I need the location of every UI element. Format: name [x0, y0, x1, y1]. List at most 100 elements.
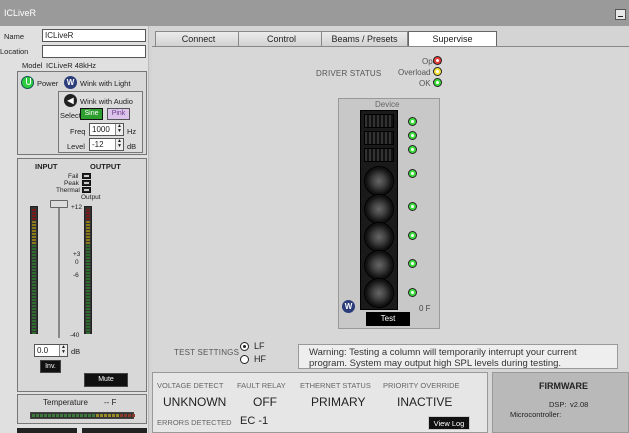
meter-segment — [32, 326, 36, 328]
meter-segment — [32, 239, 36, 241]
meter-segment — [32, 281, 36, 283]
meter-segment — [86, 326, 90, 328]
temperature-segment — [32, 414, 35, 417]
test-button[interactable]: Test — [366, 312, 410, 326]
name-field[interactable]: ICLiveR — [42, 29, 146, 42]
freq-value: 1000 — [92, 125, 110, 134]
model-label: Model — [22, 61, 43, 70]
tab-control[interactable]: Control — [238, 31, 325, 47]
stepper-arrows-icon[interactable]: ▲ ▼ — [115, 124, 123, 135]
wink-light-label[interactable]: Wink with Light — [80, 79, 130, 88]
level-unit: dB — [127, 142, 137, 151]
wink-icon[interactable]: W — [342, 300, 355, 313]
temperature-segment — [84, 414, 87, 417]
temperature-segment — [64, 414, 67, 417]
radio-hf[interactable] — [240, 355, 249, 364]
meter-segment — [86, 323, 90, 325]
freq-stepper[interactable]: 1000 ▲ ▼ — [89, 123, 124, 136]
meter-segment — [86, 320, 90, 322]
meter-segment — [86, 281, 90, 283]
legend-overload-label: Overload — [398, 68, 431, 77]
pink-button[interactable]: Pink — [107, 108, 130, 120]
meter-segment — [32, 236, 36, 238]
mute-button[interactable]: Mute — [84, 373, 128, 387]
temperature-segment — [60, 414, 63, 417]
scale-zero: 0 — [75, 259, 79, 266]
power-icon[interactable] — [21, 76, 34, 89]
tab-connect[interactable]: Connect — [155, 31, 242, 47]
driver-status-led — [408, 145, 417, 154]
errors-detected-value: EC -1 — [240, 415, 269, 427]
temperature-segment — [48, 414, 51, 417]
dsp-label: DSP: — [549, 400, 567, 409]
level-stepper[interactable]: -12 ▲ ▼ — [89, 138, 124, 151]
meter-segment — [32, 266, 36, 268]
woofer-driver — [364, 222, 394, 252]
bottom-button-left[interactable] — [17, 428, 77, 433]
gain-fader-track[interactable] — [58, 204, 60, 338]
meter-segment — [86, 230, 90, 232]
driver-status-led — [408, 169, 417, 178]
temperature-segment — [88, 414, 91, 417]
meter-segment — [32, 230, 36, 232]
legend-ok-label: OK — [419, 79, 431, 88]
tweeter-array — [364, 131, 394, 145]
temperature-segment — [80, 414, 83, 417]
radio-lf-label[interactable]: LF — [254, 341, 265, 351]
output-small-label: Output — [81, 194, 101, 201]
tab-supervise[interactable]: Supervise — [408, 31, 497, 47]
wink-audio-label[interactable]: Wink with Audio — [80, 97, 133, 106]
meter-segment — [86, 215, 90, 217]
view-log-button[interactable]: View Log — [428, 416, 470, 430]
meter-segment — [86, 287, 90, 289]
power-label: Power — [37, 79, 59, 88]
woofer-driver — [364, 166, 394, 196]
meter-segment — [86, 308, 90, 310]
model-value: ICLiveR 48kHz — [46, 61, 97, 70]
speaker-icon[interactable]: ◀ — [64, 94, 77, 107]
temperature-segment — [120, 414, 123, 417]
fail-label: Fail — [68, 173, 79, 180]
ethernet-status-label: ETHERNET STATUS — [300, 381, 371, 390]
minimize-button[interactable] — [615, 9, 626, 20]
sine-button[interactable]: Sine — [80, 108, 103, 120]
ethernet-status-value: PRIMARY — [311, 395, 366, 409]
output-label: OUTPUT — [90, 162, 121, 171]
meter-segment — [86, 239, 90, 241]
meter-segment — [32, 248, 36, 250]
woofer-driver — [364, 278, 394, 308]
meter-segment — [86, 224, 90, 226]
fault-relay-value: OFF — [253, 395, 277, 409]
gain-stepper[interactable]: 0.0 ▲ ▼ — [34, 344, 68, 357]
radio-hf-label[interactable]: HF — [254, 354, 266, 364]
tab-beams-presets[interactable]: Beams / Presets — [321, 31, 408, 47]
legend-overload-led — [433, 67, 442, 76]
wink-light-icon[interactable]: W — [64, 76, 77, 89]
meter-segment — [32, 263, 36, 265]
driver-status-led — [408, 131, 417, 140]
voltage-detect-value: UNKNOWN — [163, 395, 227, 409]
gain-fader-handle[interactable] — [50, 200, 68, 208]
temperature-segment — [132, 414, 135, 417]
temperature-segment — [56, 414, 59, 417]
meter-segment — [32, 278, 36, 280]
bottom-button-right[interactable] — [82, 428, 147, 433]
peak-label: Peak — [64, 180, 79, 187]
meter-segment — [86, 314, 90, 316]
stepper-arrows-icon[interactable]: ▲ ▼ — [59, 345, 67, 356]
stepper-arrows-icon[interactable]: ▲ ▼ — [115, 139, 123, 150]
device-panel: Name ICLiveR Location Model ICLiveR 48kH… — [0, 26, 149, 433]
meter-segment — [86, 332, 90, 334]
device-temp-readout: 0 F — [419, 304, 431, 313]
radio-lf[interactable] — [240, 342, 249, 351]
temperature-segment — [96, 414, 99, 417]
gain-unit: dB — [71, 347, 81, 356]
temperature-segment — [124, 414, 127, 417]
location-field[interactable] — [42, 45, 146, 58]
meter-segment — [32, 212, 36, 214]
invert-button[interactable]: Inv. — [40, 360, 61, 373]
temperature-segment — [108, 414, 111, 417]
meter-segment — [32, 257, 36, 259]
meter-segment — [32, 275, 36, 277]
meter-segment — [86, 290, 90, 292]
